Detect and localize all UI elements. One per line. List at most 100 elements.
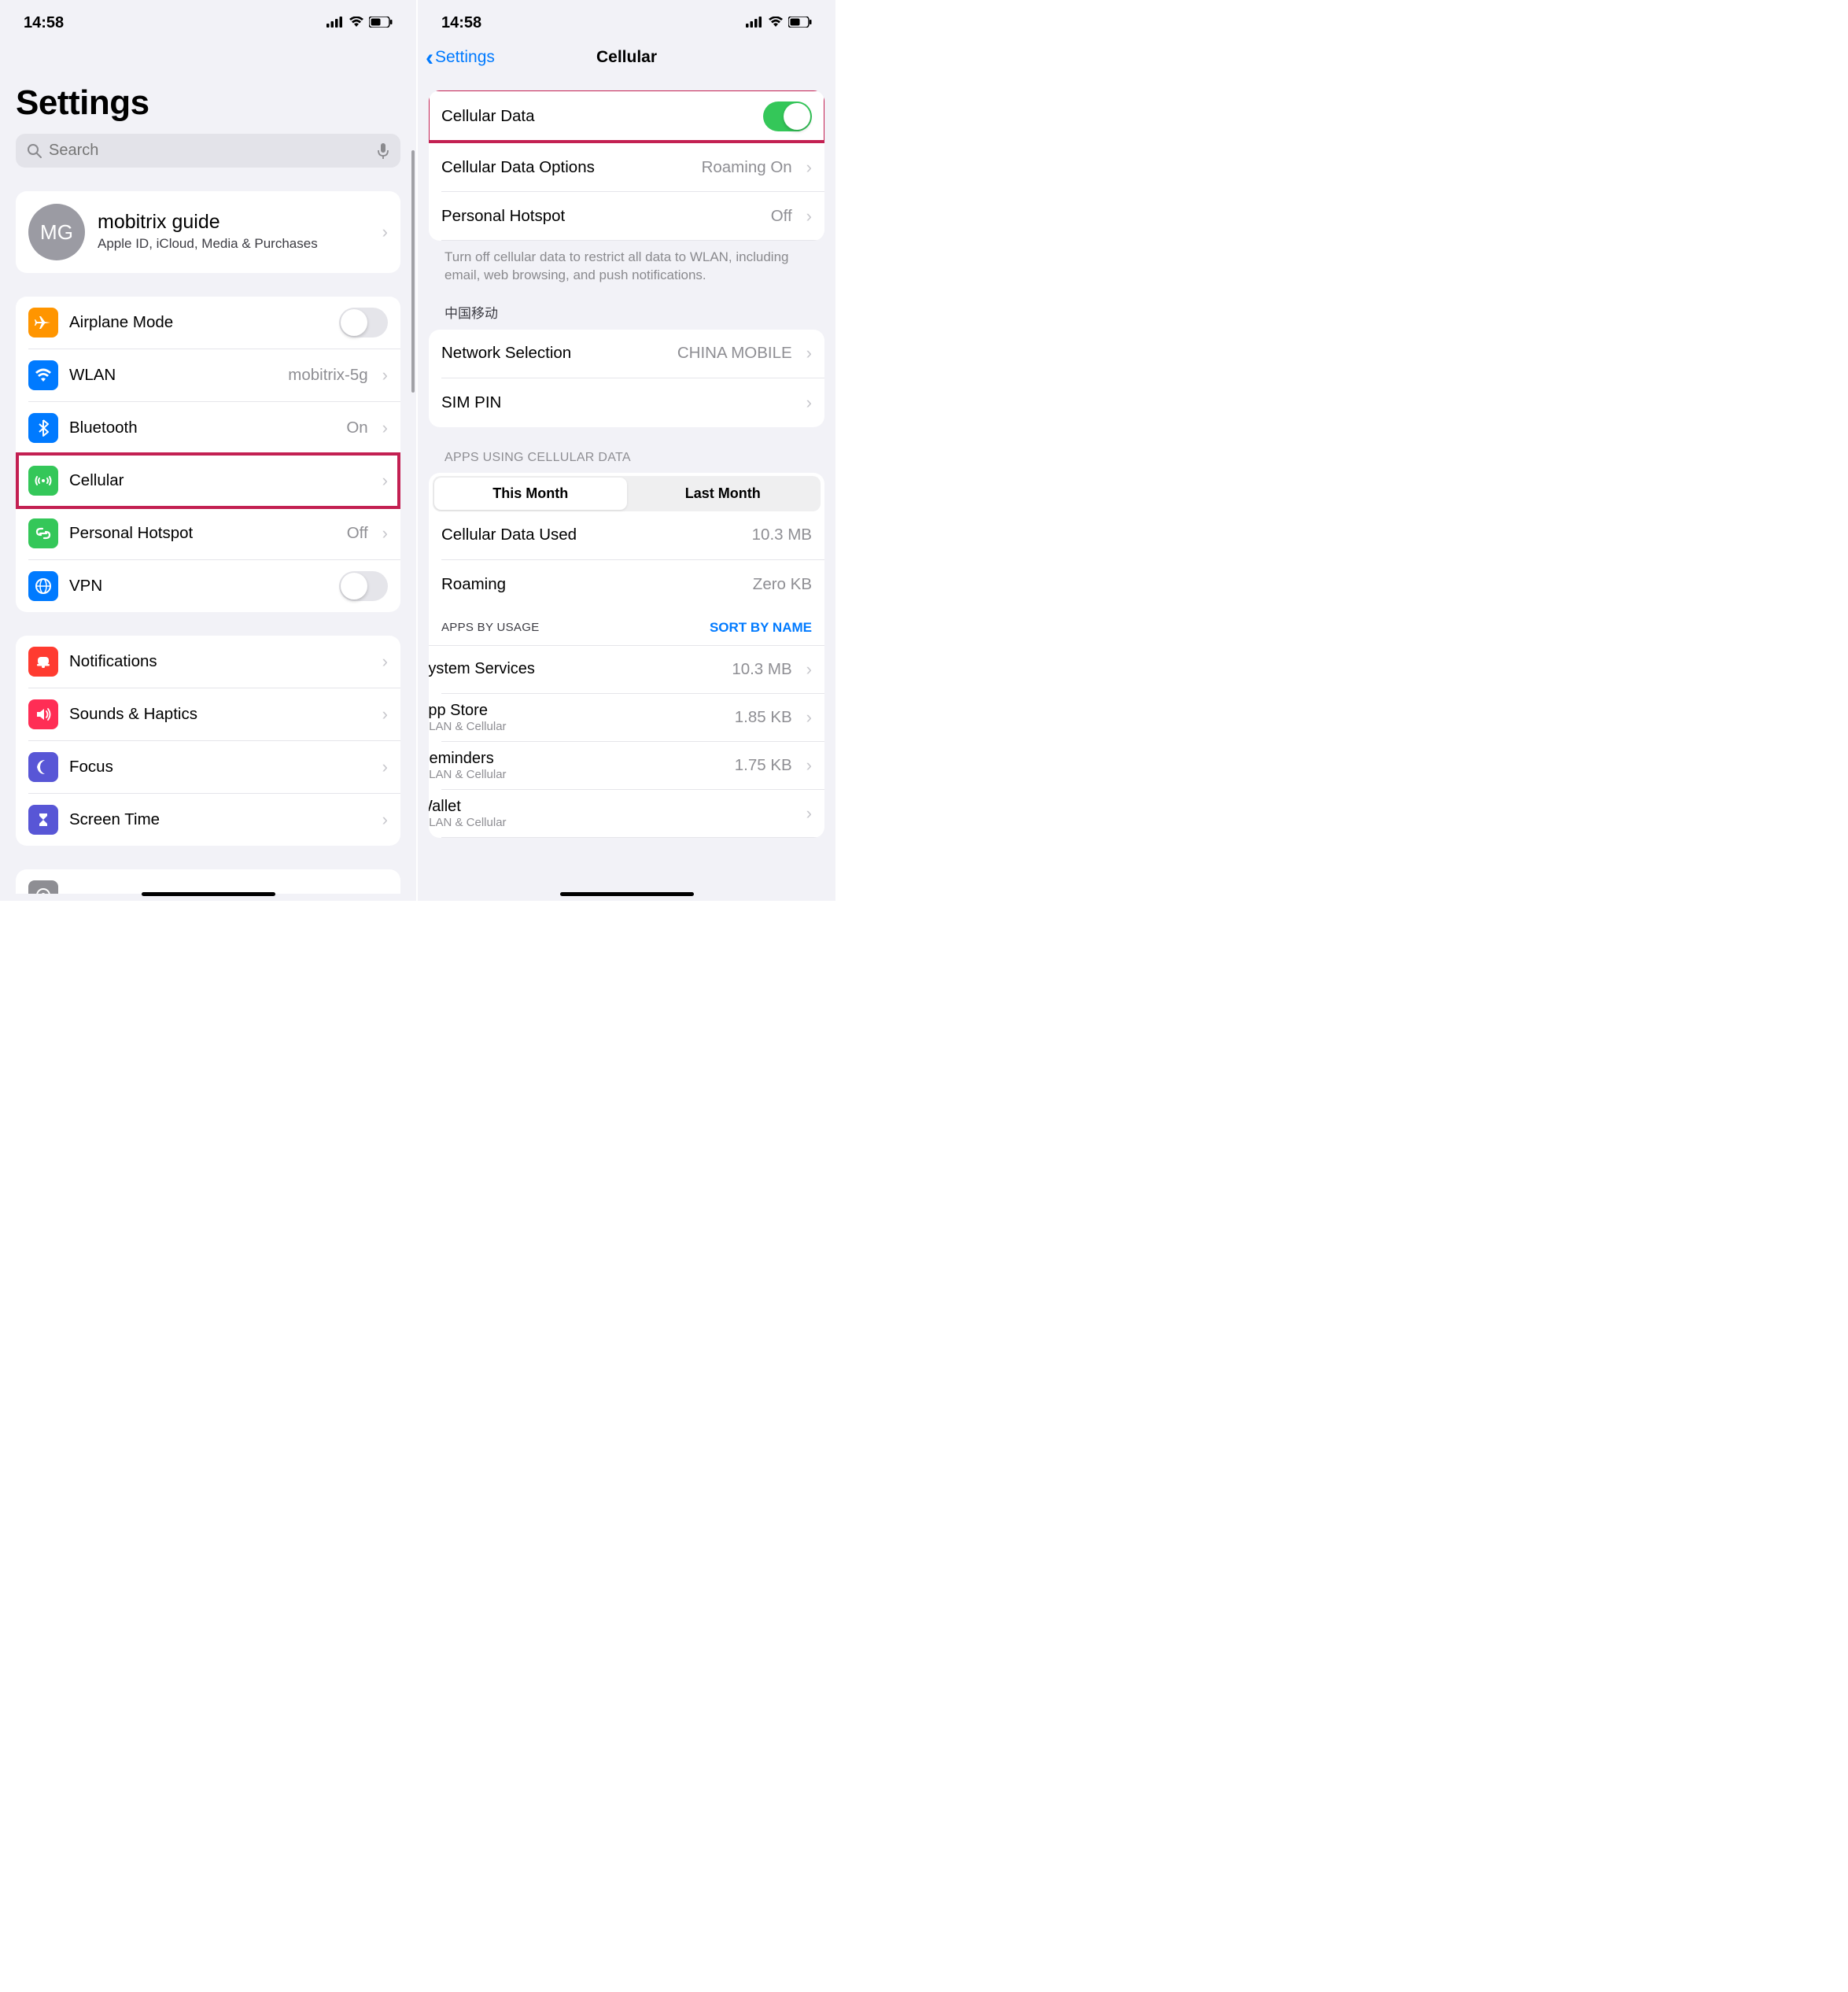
settings-vpn[interactable]: VPN [28,560,400,612]
status-bar: 14:58 [418,0,835,40]
scrollbar-indicator[interactable] [411,150,415,393]
toggle[interactable] [339,308,388,338]
back-button[interactable]: ‹ Settings [426,48,495,67]
app-name: Wallet [429,798,792,816]
row-label: Cellular Data Options [441,158,691,177]
row-value: Zero KB [753,575,812,594]
row-value: mobitrix-5g [288,366,367,385]
home-indicator[interactable] [142,892,275,896]
row-value: Off [771,207,792,226]
cellular-personal-hotspot[interactable]: Personal HotspotOff› [441,192,824,241]
row-label: Cellular [69,471,368,490]
app-subtitle: WLAN & Cellular [429,816,792,829]
row-value: Roaming On [702,158,792,177]
toggle[interactable] [339,571,388,601]
chevron-right-icon: › [806,803,812,824]
chevron-right-icon: › [806,707,812,728]
settings-airplane-mode[interactable]: Airplane Mode [28,297,400,349]
usage-cellular-data-used[interactable]: Cellular Data Used10.3 MB [441,511,824,560]
carrier-group: Network SelectionCHINA MOBILE›SIM PIN› [429,330,824,427]
app-row-system-services[interactable]: System Services10.3 MB› [441,646,824,694]
gear-icon [28,880,58,894]
search-icon [27,143,42,159]
chevron-right-icon: › [382,757,388,777]
chevron-right-icon: › [806,659,812,680]
chevron-right-icon: › [806,206,812,227]
apple-id-card[interactable]: MG mobitrix guide Apple ID, iCloud, Medi… [16,191,400,273]
carrier-network-selection[interactable]: Network Selection CHINA MOBILE › [441,330,824,378]
app-value: 1.75 KB [735,756,792,775]
cellular-scroll[interactable]: Cellular Data Cellular Data Options Roamin… [418,75,835,889]
row-peek[interactable] [28,869,400,894]
toggle[interactable] [763,101,812,131]
settings-cellular[interactable]: Cellular› [28,455,400,507]
chevron-right-icon: › [382,418,388,438]
status-bar: 14:58 [0,0,416,40]
app-name: Reminders [429,750,724,768]
sort-by-name-link[interactable]: SORT BY NAME [710,620,812,636]
carrier-sim-pin[interactable]: SIM PIN› [441,378,824,427]
page-title: Settings [16,40,400,134]
segment-last-month[interactable]: Last Month [627,478,820,510]
bell-icon [28,647,58,677]
settings-sounds-haptics[interactable]: Sounds & Haptics› [28,688,400,741]
row-value: 10.3 MB [752,526,812,544]
app-row-app-store[interactable]: App StoreWLAN & Cellular1.85 KB› [441,694,824,742]
nav-title: Cellular [596,48,657,67]
row-label: Network Selection [441,344,666,363]
row-label: Cellular Data [441,107,752,126]
cellular-cellular-data[interactable]: Cellular Data [441,90,824,143]
cellular-cellular-data-options[interactable]: Cellular Data OptionsRoaming On› [441,143,824,192]
chevron-left-icon: ‹ [426,50,433,66]
app-value: 1.85 KB [735,708,792,727]
month-segment[interactable]: This MonthLast Month [433,476,821,511]
settings-focus[interactable]: Focus › [28,741,400,794]
app-value: 10.3 MB [732,660,791,679]
row-label: Bluetooth [69,419,335,437]
settings-notifications[interactable]: Notifications› [28,636,400,688]
search-bar[interactable] [16,134,400,168]
search-input[interactable] [49,142,371,160]
row-label: Focus [69,758,368,777]
apple-id-text: mobitrix guide Apple ID, iCloud, Media &… [98,211,367,253]
row-value: On [346,419,367,437]
home-indicator[interactable] [560,892,694,896]
row-label: Personal Hotspot [69,524,336,543]
hourglass-icon [28,805,58,835]
settings-screen-time[interactable]: Screen Time› [28,794,400,846]
left-phone: 14:58 Settings MG mobitrix guide Apple I… [0,0,418,901]
mic-icon[interactable] [377,142,389,160]
chevron-right-icon: › [806,393,812,413]
row-label: Sounds & Haptics [69,705,368,724]
chevron-right-icon: › [382,222,388,242]
chevron-right-icon: › [806,755,812,776]
usage-roaming[interactable]: RoamingZero KB [441,560,824,609]
row-value: CHINA MOBILE [677,344,792,363]
row-label: VPN [69,577,328,596]
status-icons [746,14,812,32]
battery-icon [788,14,812,32]
row-label: Notifications [69,652,368,671]
apple-id-row[interactable]: MG mobitrix guide Apple ID, iCloud, Medi… [16,191,400,273]
bluetooth-icon [28,413,58,443]
status-icons [326,14,393,32]
row-value: Off [347,524,368,543]
chevron-right-icon: › [806,343,812,363]
status-time: 14:58 [441,14,481,32]
settings-wlan[interactable]: WLANmobitrix-5g› [28,349,400,402]
signal-icon [746,14,763,32]
apps-section-header: APPS USING CELLULAR DATA [429,427,824,473]
antenna-icon [28,466,58,496]
usage-group: This MonthLast Month Cellular Data Used1… [429,473,824,838]
airplane-icon [28,308,58,338]
settings-bluetooth[interactable]: Bluetooth On › [28,402,400,455]
settings-scroll[interactable]: Settings MG mobitrix guide Apple ID, iCl… [0,40,416,894]
app-row-wallet[interactable]: WalletWLAN & Cellular› [441,790,824,838]
wifi-icon [768,14,784,32]
segment-this-month[interactable]: This Month [434,478,627,510]
connectivity-group: Airplane ModeWLANmobitrix-5g› Bluetooth On… [16,297,400,612]
settings-personal-hotspot[interactable]: Personal HotspotOff› [28,507,400,560]
avatar: MG [28,204,85,260]
app-row-reminders[interactable]: RemindersWLAN & Cellular1.75 KB› [441,742,824,790]
app-name: App Store [429,702,724,720]
